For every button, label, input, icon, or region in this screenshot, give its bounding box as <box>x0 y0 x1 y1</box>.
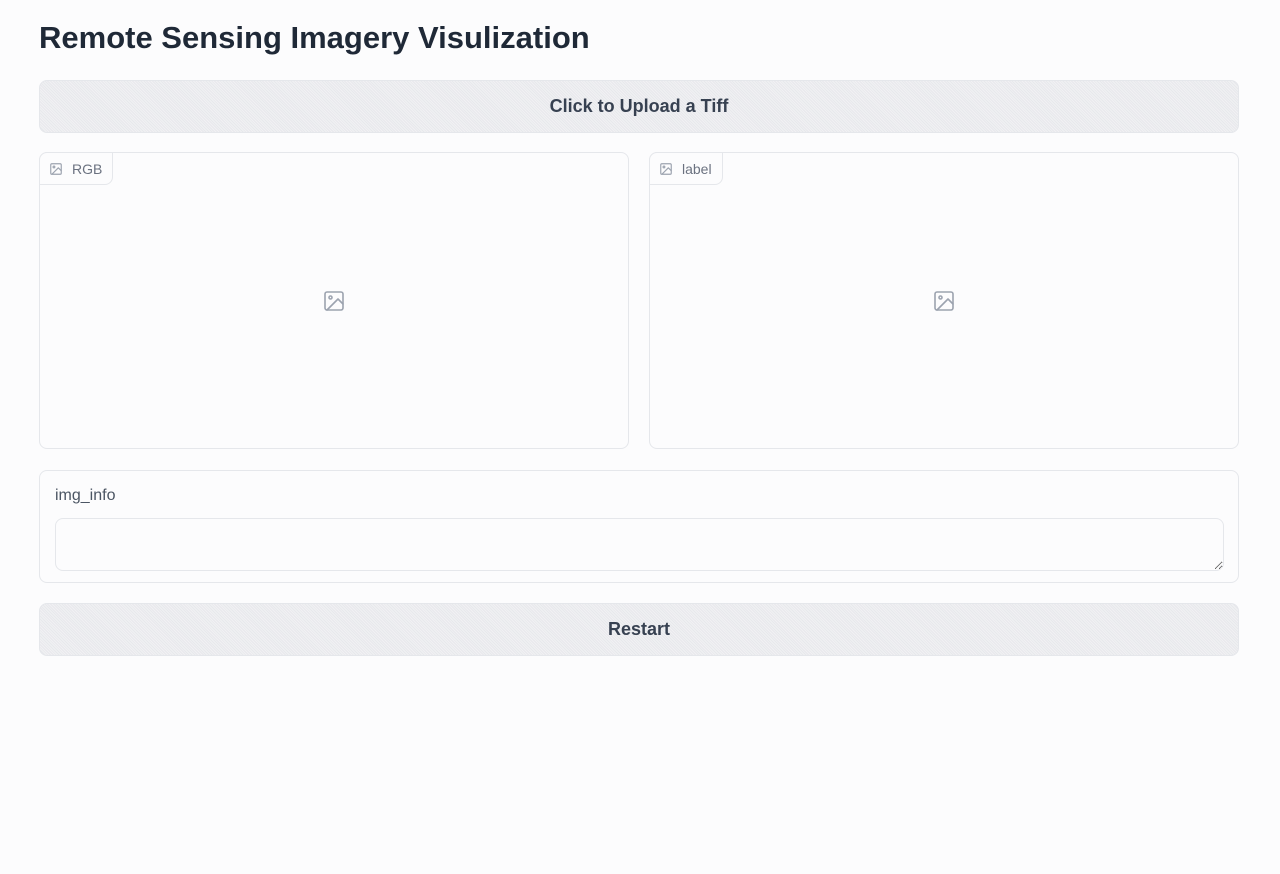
img-info-label: img_info <box>55 487 116 504</box>
page-title: Remote Sensing Imagery Visulization <box>39 20 590 55</box>
app-page: Remote Sensing Imagery Visulization Clic… <box>0 0 1280 874</box>
label-image-panel[interactable]: label <box>649 152 1239 449</box>
rgb-panel-label-text: RGB <box>72 160 103 177</box>
rgb-panel-label: RGB <box>39 152 114 185</box>
image-icon <box>50 162 62 175</box>
upload-tiff-button[interactable]: Click to Upload a Tiff <box>39 80 1239 133</box>
image-placeholder-icon <box>934 290 954 311</box>
img-info-textarea[interactable] <box>55 518 1224 571</box>
image-icon <box>660 162 672 175</box>
image-placeholder-icon <box>324 290 344 311</box>
img-info-block: img_info <box>39 470 1239 583</box>
rgb-image-panel[interactable]: RGB <box>39 152 629 449</box>
label-panel-label-text: label <box>682 160 712 177</box>
label-panel-label: label <box>649 152 723 185</box>
restart-button[interactable]: Restart <box>39 603 1239 656</box>
